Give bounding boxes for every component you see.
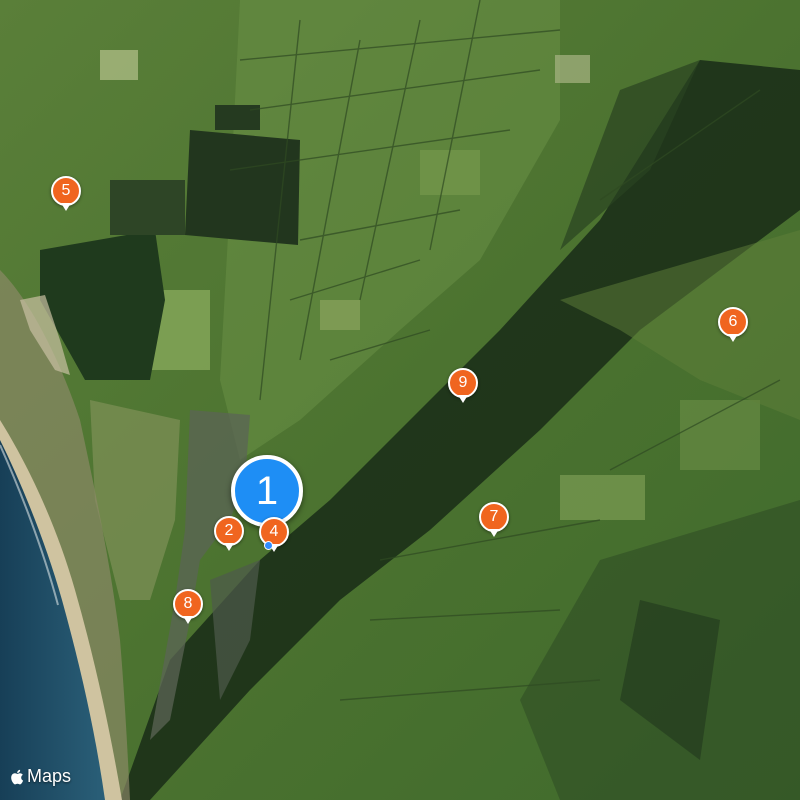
map-pin-7[interactable]: 7 bbox=[479, 502, 509, 538]
map-pin-tail bbox=[183, 616, 193, 624]
map-pin-label: 7 bbox=[479, 502, 509, 532]
map-pin-tail bbox=[728, 334, 738, 342]
maps-attribution[interactable]: Maps bbox=[10, 766, 71, 787]
map-pin-4[interactable]: 4 bbox=[259, 517, 289, 553]
satellite-imagery bbox=[0, 0, 800, 800]
map-pin-label: 2 bbox=[214, 516, 244, 546]
attribution-label: Maps bbox=[27, 766, 72, 786]
map-pin-6[interactable]: 6 bbox=[718, 307, 748, 343]
map-pin-label: 8 bbox=[173, 589, 203, 619]
location-dot bbox=[264, 541, 273, 550]
map-pin-label: 6 bbox=[718, 307, 748, 337]
map-pin-8[interactable]: 8 bbox=[173, 589, 203, 625]
apple-logo-icon bbox=[11, 769, 24, 784]
map-pin-5[interactable]: 5 bbox=[51, 176, 81, 212]
satellite-map[interactable]: 1 2 4 5 6 7 8 9 Maps bbox=[0, 0, 800, 800]
map-pin-label: 5 bbox=[51, 176, 81, 206]
map-pin-9[interactable]: 9 bbox=[448, 368, 478, 404]
map-pin-label: 9 bbox=[448, 368, 478, 398]
map-pin-tail bbox=[61, 203, 71, 211]
map-pin-tail bbox=[489, 529, 499, 537]
map-pin-tail bbox=[458, 395, 468, 403]
map-pin-tail bbox=[224, 543, 234, 551]
map-pin-2[interactable]: 2 bbox=[214, 516, 244, 552]
